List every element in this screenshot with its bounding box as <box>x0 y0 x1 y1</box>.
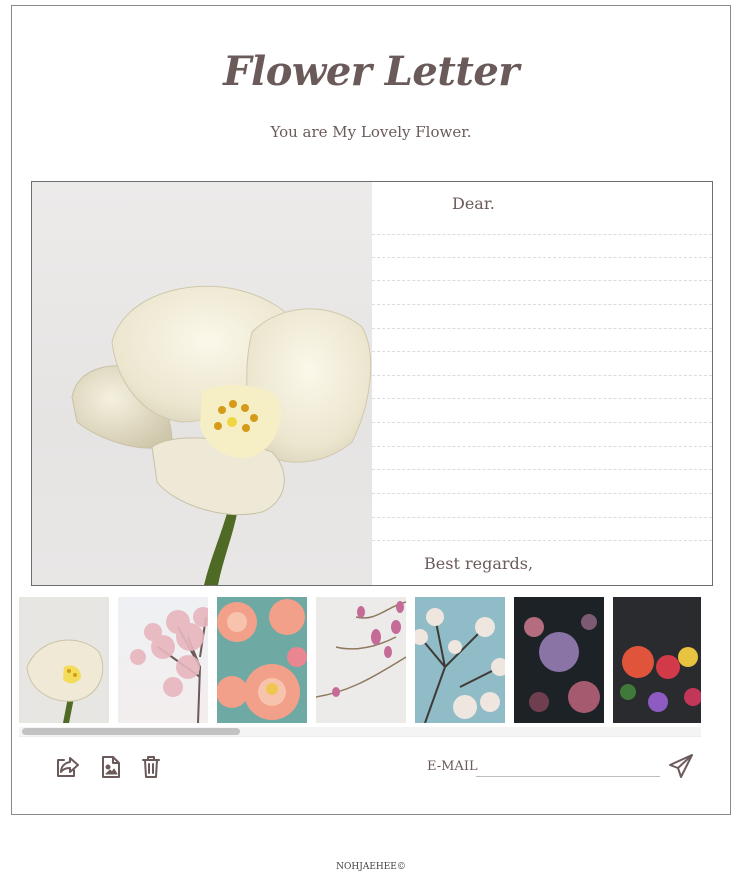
letter-line <box>372 351 712 352</box>
thumbnail-dark-hydrangea-bouquet[interactable] <box>514 597 604 723</box>
delete-button[interactable] <box>137 753 165 781</box>
page-subtitle: You are My Lovely Flower. <box>270 123 472 141</box>
letter-line <box>372 469 712 470</box>
image-file-button[interactable] <box>97 753 125 781</box>
letter-line <box>372 398 712 399</box>
email-label: E-MAIL <box>427 759 478 774</box>
share-button[interactable] <box>54 753 82 781</box>
thumbnail-pink-cherry-blossom-tree[interactable] <box>118 597 208 723</box>
main-flower-image <box>32 182 372 585</box>
letter-line <box>372 446 712 447</box>
letter-line <box>372 422 712 423</box>
send-button[interactable] <box>667 752 695 780</box>
flower-gallery <box>19 597 701 725</box>
thumbnail-white-tulip[interactable] <box>19 597 109 723</box>
gallery-scrollbar[interactable] <box>19 727 701 737</box>
letter-line <box>372 257 712 258</box>
letter-line <box>372 540 712 541</box>
thumbnail-pink-bud-branch[interactable] <box>316 597 406 723</box>
letter-line <box>372 375 712 376</box>
letter-greeting: Dear. <box>452 194 495 213</box>
letter-line <box>372 304 712 305</box>
gallery-scrollbar-thumb[interactable] <box>22 728 240 735</box>
letter-sheet: Dear. Best regards, <box>31 181 713 586</box>
letter-line <box>372 280 712 281</box>
thumbnail-coral-dahlias[interactable] <box>217 597 307 723</box>
letter-line <box>372 328 712 329</box>
letter-writing-area[interactable]: Dear. Best regards, <box>372 182 712 585</box>
letter-line <box>372 517 712 518</box>
letter-line <box>372 234 712 235</box>
thumbnail-dark-red-flower-bouquet[interactable] <box>613 597 701 723</box>
letter-line <box>372 493 712 494</box>
letter-closing: Best regards, <box>424 554 534 573</box>
share-icon <box>57 757 79 777</box>
trash-icon <box>142 756 160 778</box>
page-title: Flower Letter <box>223 48 519 95</box>
email-field[interactable] <box>476 757 660 777</box>
send-icon <box>669 754 693 778</box>
footer-credit: NOHJAEHEE© <box>336 862 406 872</box>
image-file-icon <box>102 756 120 778</box>
thumbnail-blue-sky-blossom-branches[interactable] <box>415 597 505 723</box>
